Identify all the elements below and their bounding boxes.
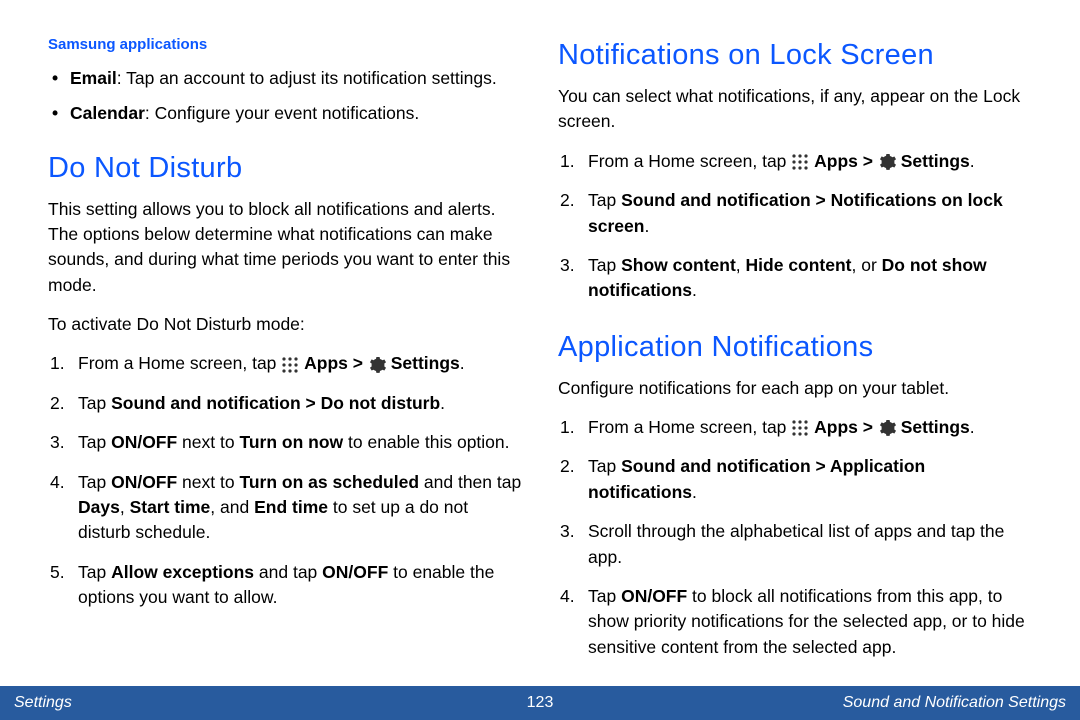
settings-gear-icon	[878, 419, 896, 437]
do-not-disturb-heading: Do Not Disturb	[48, 147, 522, 189]
page-number: 123	[527, 694, 554, 712]
step-item: Tap Allow exceptions and tap ON/OFF to e…	[48, 560, 522, 611]
step-item: Scroll through the alphabetical list of …	[558, 519, 1032, 570]
bullet-label: Email	[70, 68, 117, 88]
apps-grid-icon	[791, 153, 809, 171]
page-footer: Settings 123 Sound and Notification Sett…	[0, 686, 1080, 720]
step-item: From a Home screen, tap Apps > Settings.	[48, 351, 522, 376]
left-column: Samsung applications Email: Tap an accou…	[48, 34, 522, 674]
step-item: Tap ON/OFF next to Turn on as scheduled …	[48, 470, 522, 546]
step-item: Tap ON/OFF next to Turn on now to enable…	[48, 430, 522, 455]
app-steps: From a Home screen, tap Apps > Settings.…	[558, 415, 1032, 660]
bullet-label: Calendar	[70, 103, 145, 123]
application-notifications-heading: Application Notifications	[558, 326, 1032, 368]
step-item: Tap Sound and notification > Do not dist…	[48, 391, 522, 416]
bullet-text: : Tap an account to adjust its notificat…	[117, 68, 497, 88]
step-item: Tap Sound and notification > Notificatio…	[558, 188, 1032, 239]
step-item: From a Home screen, tap Apps > Settings.	[558, 149, 1032, 174]
samsung-applications-list: Email: Tap an account to adjust its noti…	[48, 66, 522, 127]
lock-screen-heading: Notifications on Lock Screen	[558, 34, 1032, 76]
step-item: From a Home screen, tap Apps > Settings.	[558, 415, 1032, 440]
dnd-intro-text: This setting allows you to block all not…	[48, 197, 522, 299]
dnd-steps: From a Home screen, tap Apps > Settings.…	[48, 351, 522, 610]
app-intro-text: Configure notifications for each app on …	[558, 376, 1032, 401]
apps-grid-icon	[281, 356, 299, 374]
right-column: Notifications on Lock Screen You can sel…	[558, 34, 1032, 674]
footer-left: Settings	[14, 694, 72, 712]
settings-gear-icon	[368, 356, 386, 374]
step-item: Tap ON/OFF to block all notifications fr…	[558, 584, 1032, 660]
lock-steps: From a Home screen, tap Apps > Settings.…	[558, 149, 1032, 304]
footer-right: Sound and Notification Settings	[843, 694, 1066, 712]
step-item: Tap Sound and notification > Application…	[558, 454, 1032, 505]
apps-grid-icon	[791, 419, 809, 437]
list-item: Email: Tap an account to adjust its noti…	[48, 66, 522, 91]
dnd-activate-text: To activate Do Not Disturb mode:	[48, 312, 522, 337]
list-item: Calendar: Configure your event notificat…	[48, 101, 522, 126]
step-item: Tap Show content, Hide content, or Do no…	[558, 253, 1032, 304]
samsung-applications-heading: Samsung applications	[48, 34, 522, 56]
bullet-text: : Configure your event notifications.	[145, 103, 419, 123]
settings-gear-icon	[878, 153, 896, 171]
lock-intro-text: You can select what notifications, if an…	[558, 84, 1032, 135]
